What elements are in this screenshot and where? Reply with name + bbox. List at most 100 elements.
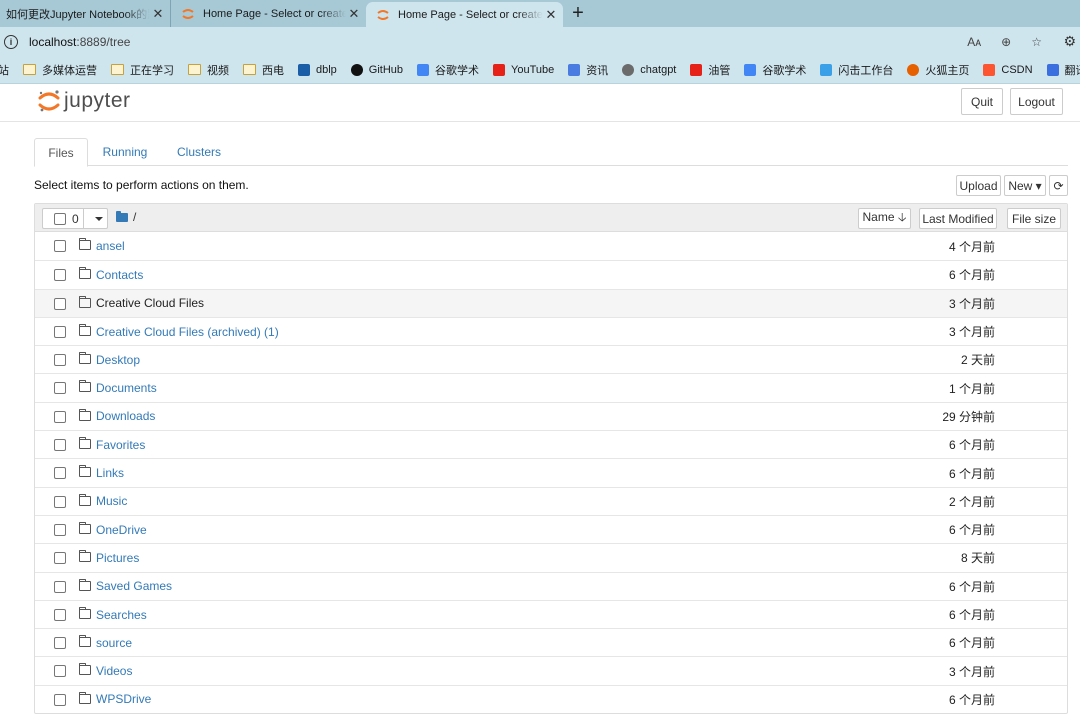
browser-tab[interactable]: Home Page - Select or create a n ✕ (170, 0, 366, 27)
upload-button[interactable]: Upload (956, 175, 1001, 196)
file-row[interactable]: Favorites 6 个月前 (35, 430, 1067, 458)
file-name-link[interactable]: source (96, 636, 132, 650)
refresh-icon[interactable]: ⟳ (1049, 175, 1068, 196)
file-name-link[interactable]: OneDrive (96, 523, 147, 537)
file-name-link[interactable]: Saved Games (96, 579, 172, 593)
site-info-icon[interactable]: i (4, 34, 18, 49)
read-aloud-icon[interactable]: Aᴀ (967, 35, 981, 49)
bookmark-item[interactable]: dblp (298, 63, 337, 76)
file-row[interactable]: Music 2 个月前 (35, 486, 1067, 515)
new-dropdown-button[interactable]: New ▾ (1004, 175, 1046, 196)
bookmark-item[interactable]: YouTube (493, 63, 554, 76)
caret-down-icon[interactable] (95, 217, 103, 221)
file-name-link[interactable]: ansel (96, 239, 125, 253)
browser-tab[interactable]: 如何更改Jupyter Notebook的默认 ✕ (0, 0, 170, 27)
bookmark-item[interactable]: 正在学习 (111, 62, 174, 78)
file-name-link[interactable]: Downloads (96, 409, 155, 423)
jupyter-logo[interactable]: jupyter (38, 89, 131, 113)
url-text[interactable]: localhost:8889/tree (29, 35, 130, 49)
row-checkbox[interactable] (54, 580, 66, 593)
row-checkbox[interactable] (54, 467, 66, 480)
file-row[interactable]: Links 6 个月前 (35, 458, 1067, 486)
row-checkbox[interactable] (54, 269, 66, 282)
row-checkbox[interactable] (54, 297, 66, 310)
bookmark-item[interactable]: 闪击工作台 (820, 62, 893, 78)
bookmark-item[interactable]: 西电 (243, 62, 284, 78)
bookmark-item[interactable]: 站 (0, 62, 9, 78)
bookmark-item[interactable]: 视频 (188, 62, 229, 78)
bookmark-item[interactable]: 多媒体运营 (23, 62, 97, 78)
row-checkbox[interactable] (54, 325, 66, 338)
file-name-link[interactable]: Videos (96, 664, 132, 678)
bookmark-item[interactable]: CSDN (983, 63, 1033, 76)
file-name-link[interactable]: Contacts (96, 268, 143, 282)
new-tab-button[interactable]: + (563, 0, 593, 27)
file-row[interactable]: Searches 6 个月前 (35, 599, 1067, 628)
row-checkbox[interactable] (54, 665, 66, 678)
file-row[interactable]: ansel 4 个月前 (35, 232, 1067, 260)
file-row[interactable]: Desktop 2 天前 (35, 345, 1067, 373)
file-row[interactable]: Creative Cloud Files 3 个月前 (35, 288, 1067, 317)
close-tab-icon[interactable]: ✕ (346, 6, 362, 22)
file-name-link[interactable]: Pictures (96, 551, 139, 565)
sort-name-button[interactable]: Name 🡣 (858, 208, 911, 229)
bookmark-item[interactable]: 资讯 (568, 62, 608, 78)
tab-running[interactable]: Running (98, 138, 152, 166)
file-row[interactable]: WPSDrive 6 个月前 (35, 684, 1067, 713)
tab-clusters[interactable]: Clusters (172, 138, 226, 166)
file-name-link[interactable]: Links (96, 466, 124, 480)
file-row[interactable]: OneDrive 6 个月前 (35, 514, 1067, 543)
tab-files[interactable]: Files (34, 138, 88, 167)
quit-button[interactable]: Quit (961, 88, 1003, 115)
file-name-link[interactable]: Music (96, 494, 127, 508)
file-row[interactable]: Pictures 8 天前 (35, 543, 1067, 571)
bookmark-item[interactable]: 谷歌学术 (417, 62, 479, 78)
file-row[interactable]: Documents 1 个月前 (35, 373, 1067, 401)
file-name-link[interactable]: Favorites (96, 438, 145, 452)
bookmark-item[interactable]: chatgpt (622, 63, 676, 76)
close-tab-icon[interactable]: ✕ (543, 7, 559, 23)
select-all-dropdown[interactable]: 0 (42, 208, 108, 229)
row-checkbox[interactable] (54, 608, 66, 621)
breadcrumb-root[interactable]: / (133, 210, 136, 224)
bookmark-item[interactable]: 翻译 (1046, 62, 1080, 78)
file-name-link[interactable]: WPSDrive (96, 692, 151, 706)
row-checkbox[interactable] (54, 382, 66, 395)
row-checkbox[interactable] (54, 354, 66, 367)
file-row[interactable]: Videos 3 个月前 (35, 656, 1067, 684)
bookmark-item[interactable]: 谷歌学术 (744, 62, 806, 78)
row-checkbox[interactable] (54, 240, 66, 252)
file-name-link[interactable]: Desktop (96, 353, 140, 367)
address-bar[interactable]: i localhost:8889/tree Aᴀ ⊕ ☆ ⚙ (0, 27, 1080, 56)
file-row[interactable]: Downloads 29 分钟前 (35, 401, 1067, 430)
close-tab-icon[interactable]: ✕ (150, 6, 166, 22)
row-checkbox[interactable] (54, 495, 66, 508)
bookmark-item[interactable]: 油管 (690, 62, 730, 78)
file-name-link[interactable]: Documents (96, 381, 157, 395)
last-modified: 8 天前 (960, 551, 995, 566)
row-checkbox[interactable] (54, 410, 66, 423)
breadcrumb[interactable]: / (116, 210, 136, 224)
extensions-icon[interactable]: ⚙ (1063, 33, 1076, 50)
file-name-link[interactable]: Searches (96, 608, 147, 622)
logout-button[interactable]: Logout (1010, 88, 1063, 115)
row-checkbox[interactable] (54, 637, 66, 650)
zoom-icon[interactable]: ⊕ (1001, 35, 1011, 49)
file-row[interactable]: source 6 个月前 (35, 628, 1067, 656)
file-row[interactable]: Contacts 6 个月前 (35, 260, 1067, 288)
sort-last-modified-button[interactable]: Last Modified (919, 208, 997, 229)
browser-tab-active[interactable]: Home Page - Select or create a n ✕ (366, 2, 563, 27)
row-checkbox[interactable] (54, 552, 66, 565)
row-checkbox[interactable] (54, 523, 66, 536)
row-checkbox[interactable] (54, 693, 66, 706)
bookmark-item[interactable]: 火狐主页 (907, 62, 969, 78)
file-name-link[interactable]: Creative Cloud Files (archived) (1) (96, 325, 279, 339)
bookmark-item[interactable]: GitHub (350, 63, 403, 76)
file-row[interactable]: Saved Games 6 个月前 (35, 571, 1067, 600)
row-checkbox[interactable] (54, 439, 66, 452)
file-row[interactable]: Creative Cloud Files (archived) (1) 3 个月前 (35, 316, 1067, 345)
select-all-checkbox[interactable] (54, 212, 66, 225)
file-name-link[interactable]: Creative Cloud Files (96, 296, 204, 310)
favorite-star-icon[interactable]: ☆ (1031, 35, 1042, 49)
sort-file-size-button[interactable]: File size (1007, 208, 1061, 229)
